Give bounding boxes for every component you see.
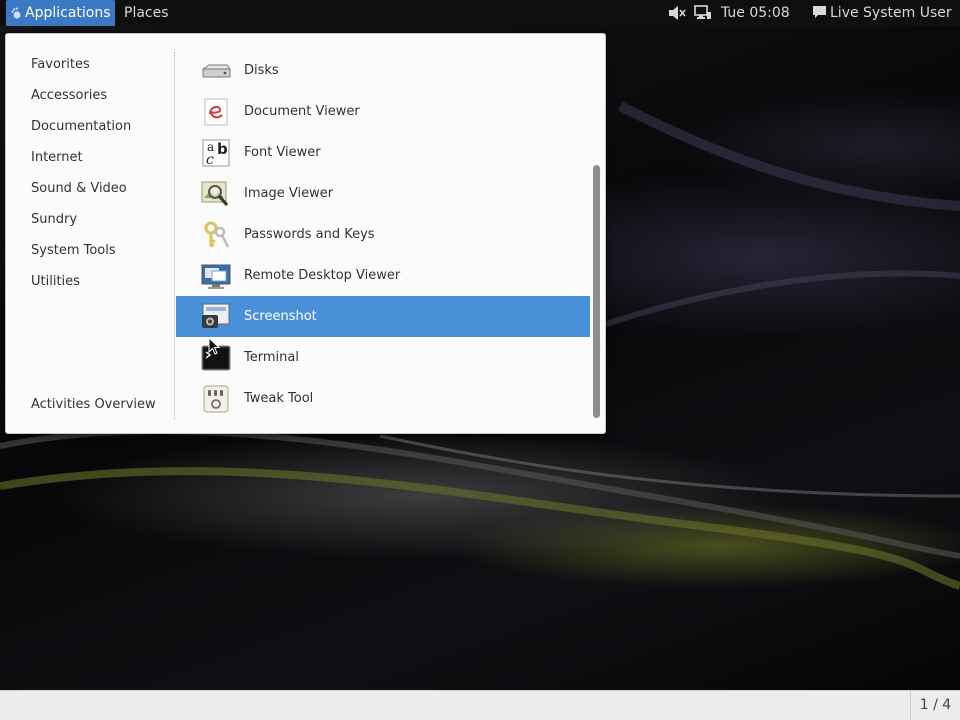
- network-wired-icon[interactable]: [694, 5, 712, 21]
- app-item-passwords-and-keys[interactable]: Passwords and Keys: [176, 214, 590, 255]
- app-item-label: Image Viewer: [244, 186, 334, 201]
- app-item-label: Font Viewer: [244, 145, 321, 160]
- applications-label: Applications: [25, 5, 111, 21]
- app-item-label: Terminal: [244, 350, 299, 365]
- app-item-font-viewer[interactable]: a b c Font Viewer: [176, 132, 590, 173]
- app-item-label: Tweak Tool: [244, 391, 314, 406]
- app-item-document-viewer[interactable]: Document Viewer: [176, 91, 590, 132]
- application-list-scrollbar[interactable]: [593, 165, 600, 418]
- disks-icon: [202, 64, 231, 78]
- applications-menu-button[interactable]: Applications: [6, 0, 115, 26]
- app-item-label: Screenshot: [244, 309, 317, 324]
- top-bar: Applications Places Tue 05:08 Live Syste…: [0, 0, 960, 26]
- workspace-indicator[interactable]: 1 / 4: [910, 691, 960, 720]
- bottom-bar: 1 / 4: [0, 690, 960, 720]
- app-item-terminal[interactable]: Terminal: [176, 337, 590, 378]
- category-documentation[interactable]: Documentation: [31, 118, 131, 136]
- app-item-label: Remote Desktop Viewer: [244, 268, 401, 283]
- document-viewer-icon: [204, 98, 228, 126]
- user-menu[interactable]: Live System User: [830, 0, 952, 26]
- app-item-image-viewer[interactable]: Image Viewer: [176, 173, 590, 214]
- remote-desktop-icon: [201, 264, 231, 289]
- image-viewer-icon: [201, 181, 229, 206]
- category-sundry[interactable]: Sundry: [31, 211, 77, 229]
- mouse-pointer-icon: [208, 337, 220, 355]
- applications-menu: Favorites Accessories Documentation Inte…: [5, 33, 606, 434]
- category-system-tools[interactable]: System Tools: [31, 242, 116, 260]
- gnome-foot-icon: [11, 7, 21, 19]
- font-viewer-icon: a b c: [202, 139, 230, 168]
- category-favorites[interactable]: Favorites: [31, 56, 90, 74]
- category-accessories[interactable]: Accessories: [31, 87, 107, 105]
- application-list: Disks Document Viewer a b c Font Viewer: [176, 50, 591, 420]
- category-list: Favorites Accessories Documentation Inte…: [6, 34, 174, 433]
- app-item-label: Passwords and Keys: [244, 227, 375, 242]
- chat-bubble-icon: [813, 6, 826, 18]
- passwords-keys-icon: [204, 221, 230, 248]
- screenshot-icon: [202, 303, 230, 328]
- category-sound-video[interactable]: Sound & Video: [31, 180, 127, 198]
- svg-text:b: b: [217, 140, 228, 158]
- svg-text:c: c: [206, 152, 214, 168]
- menu-divider: [174, 52, 175, 420]
- clock[interactable]: Tue 05:08: [721, 0, 790, 26]
- app-item-disks[interactable]: Disks: [176, 50, 590, 91]
- app-item-label: Document Viewer: [244, 104, 360, 119]
- places-menu-button[interactable]: Places: [124, 0, 169, 26]
- places-label: Places: [124, 5, 169, 21]
- app-item-tweak-tool[interactable]: Tweak Tool: [176, 378, 590, 419]
- app-item-screenshot[interactable]: Screenshot: [176, 296, 590, 337]
- activities-overview-link[interactable]: Activities Overview: [31, 396, 156, 414]
- app-item-remote-desktop-viewer[interactable]: Remote Desktop Viewer: [176, 255, 590, 296]
- category-utilities[interactable]: Utilities: [31, 273, 80, 291]
- tweak-tool-icon: [203, 385, 229, 413]
- app-item-label: Disks: [244, 63, 279, 78]
- category-internet[interactable]: Internet: [31, 149, 83, 167]
- volume-muted-icon[interactable]: [668, 5, 686, 21]
